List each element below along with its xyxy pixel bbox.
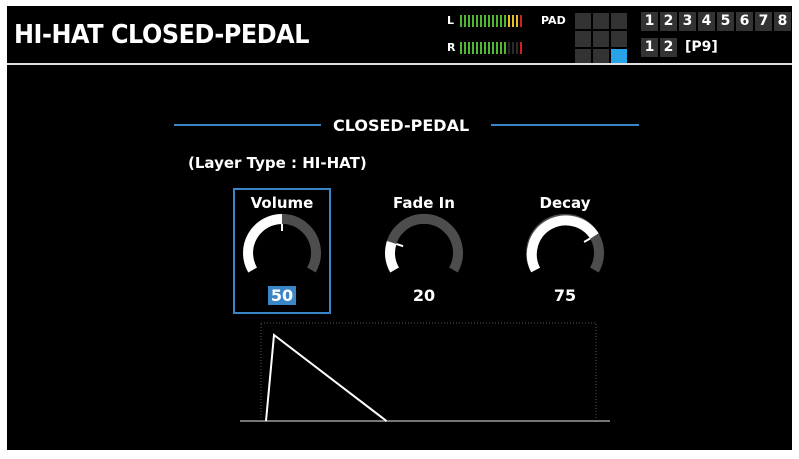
meter-segment [516,15,518,27]
meter-segment [488,15,490,27]
page-title: HI-HAT CLOSED-PEDAL [14,20,309,50]
meter-segment [468,42,470,54]
envelope-curve [265,333,388,422]
knob-fill [385,240,400,273]
meter-segment [520,42,522,54]
meter-segment [492,15,494,27]
meter-segment [476,15,478,27]
meter-segment [504,42,506,54]
section-rule-left [174,124,321,126]
pad-cell [611,31,627,47]
meter-segment [472,15,474,27]
meter-l-label: L [447,14,455,27]
section-title: CLOSED-PEDAL [333,116,470,135]
meter-segment [492,42,494,54]
layer-number: 1 [641,12,658,31]
knob-value: 20 [412,286,436,305]
knob-value: 75 [553,286,577,305]
decay-knob[interactable]: Decay 75 [516,188,614,314]
layer-number: 3 [679,12,696,31]
meter-segment [500,42,502,54]
screen: HI-HAT CLOSED-PEDAL L R PAD 1 2 3 4 5 6 … [7,6,792,450]
pad-cell [593,13,609,29]
pad-cell [575,13,591,29]
meter-r-label: R [447,41,456,54]
envelope-graph [240,322,610,422]
meter-segment [468,15,470,27]
layer-number: 5 [717,12,734,31]
meter-segment [512,42,514,54]
pad-grid [575,13,627,65]
meter-segment [464,42,466,54]
meter-segment [460,42,462,54]
knob-label: Decay [539,194,591,212]
header-divider [7,63,792,65]
pad-cell [575,31,591,47]
knob-label: Fade In [393,194,455,212]
layer-number-row: 1 2 3 4 5 6 7 8 [641,12,791,31]
level-meter-right [460,42,522,54]
meter-segment [496,15,498,27]
layer-number: 6 [736,12,753,31]
sub-number-row: 1 2 [P9] [641,38,718,57]
header: HI-HAT CLOSED-PEDAL L R PAD 1 2 3 4 5 6 … [7,6,792,65]
meter-segment [504,15,506,27]
meter-segment [488,42,490,54]
section-rule-right [491,124,639,126]
meter-segment [496,42,498,54]
meter-segment [484,42,486,54]
meter-segment [516,42,518,54]
meter-segment [472,42,474,54]
meter-segment [512,15,514,27]
volume-knob[interactable]: Volume 50 [233,188,331,314]
knob-value: 50 [267,286,297,305]
meter-segment [480,15,482,27]
meter-segment [464,15,466,27]
meter-segment [460,15,462,27]
knob-dial-icon [526,213,604,273]
meter-segment [480,42,482,54]
layer-number: 7 [755,12,772,31]
meter-segment [500,15,502,27]
knob-label: Volume [250,194,314,212]
meter-segment [508,15,510,27]
layer-number: 2 [660,12,677,31]
kit-id: [P9] [685,39,718,55]
knob-dial-icon [385,213,463,273]
knob-dial-icon [243,213,321,273]
sub-number: 2 [660,38,677,57]
meter-segment [520,15,522,27]
pad-cell [593,31,609,47]
knob-pointer [396,243,404,248]
envelope-frame [260,322,597,422]
pad-cell [611,13,627,29]
meter-segment [508,42,510,54]
layer-type-label: (Layer Type : HI-HAT) [188,154,367,172]
knob-fill [243,214,283,273]
knob-pointer [583,237,591,243]
level-meter-left [460,15,522,27]
layer-number: 8 [774,12,791,31]
fade-in-knob[interactable]: Fade In 20 [375,188,473,314]
layer-number: 4 [698,12,715,31]
meter-segment [484,15,486,27]
knob-fill [526,215,599,273]
meter-segment [476,42,478,54]
sub-number: 1 [641,38,658,57]
pad-label: PAD [541,14,566,27]
